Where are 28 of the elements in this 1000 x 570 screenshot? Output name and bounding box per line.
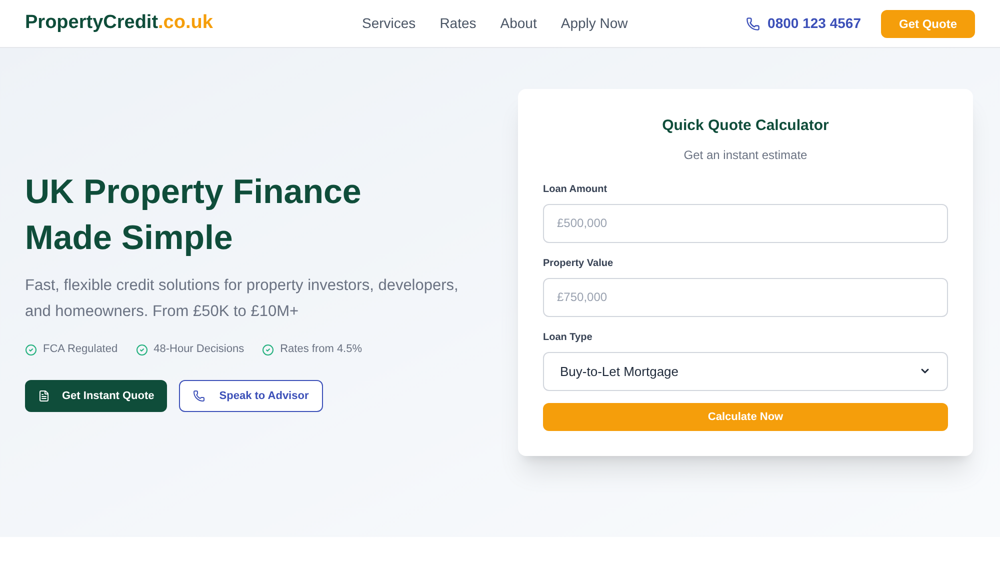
phone-icon: [193, 390, 206, 402]
nav-link[interactable]: Apply Now: [560, 13, 628, 34]
input-field[interactable]: £500,000: [543, 204, 948, 243]
feature-text: FCA Regulated: [43, 342, 118, 358]
feature-text: 48-Hour Decisions: [154, 342, 244, 358]
feature-text: Rates from 4.5%: [280, 342, 362, 358]
phone-icon: [746, 16, 760, 30]
hero-title: UK Property Finance: [25, 172, 362, 214]
document-icon: [38, 390, 50, 402]
phone-link[interactable]: 0800 123 4567: [768, 13, 861, 34]
check-icon: [25, 344, 37, 356]
field-label: Loan Amount: [543, 182, 608, 197]
nav-link[interactable]: Services: [362, 13, 416, 34]
logo[interactable]: PropertyCredit.co.uk: [25, 9, 325, 38]
hero-subtitle: Fast, flexible credit solutions for property investors, developers, and homeowners. From £50K to £10M+: [25, 276, 460, 322]
instant-quote-button[interactable]: Get Instant Quote: [25, 380, 168, 412]
field-label: Property Value: [543, 256, 614, 271]
nav-link[interactable]: Rates: [440, 13, 476, 34]
field-label: Loan Type: [543, 330, 594, 345]
input-field[interactable]: £750,000: [543, 278, 948, 317]
check-icon: [136, 344, 148, 356]
check-icon: [262, 344, 274, 356]
calculator-title: Quick Quote Calculator: [661, 116, 830, 136]
advisor-button[interactable]: Speak to Advisor: [179, 380, 323, 412]
nav-link[interactable]: About: [500, 13, 537, 34]
hero-title: Made Simple: [25, 218, 234, 260]
select-field[interactable]: Buy-to-Let Mortgage: [543, 352, 948, 391]
calculator-subtitle: Get an instant estimate: [682, 146, 808, 164]
